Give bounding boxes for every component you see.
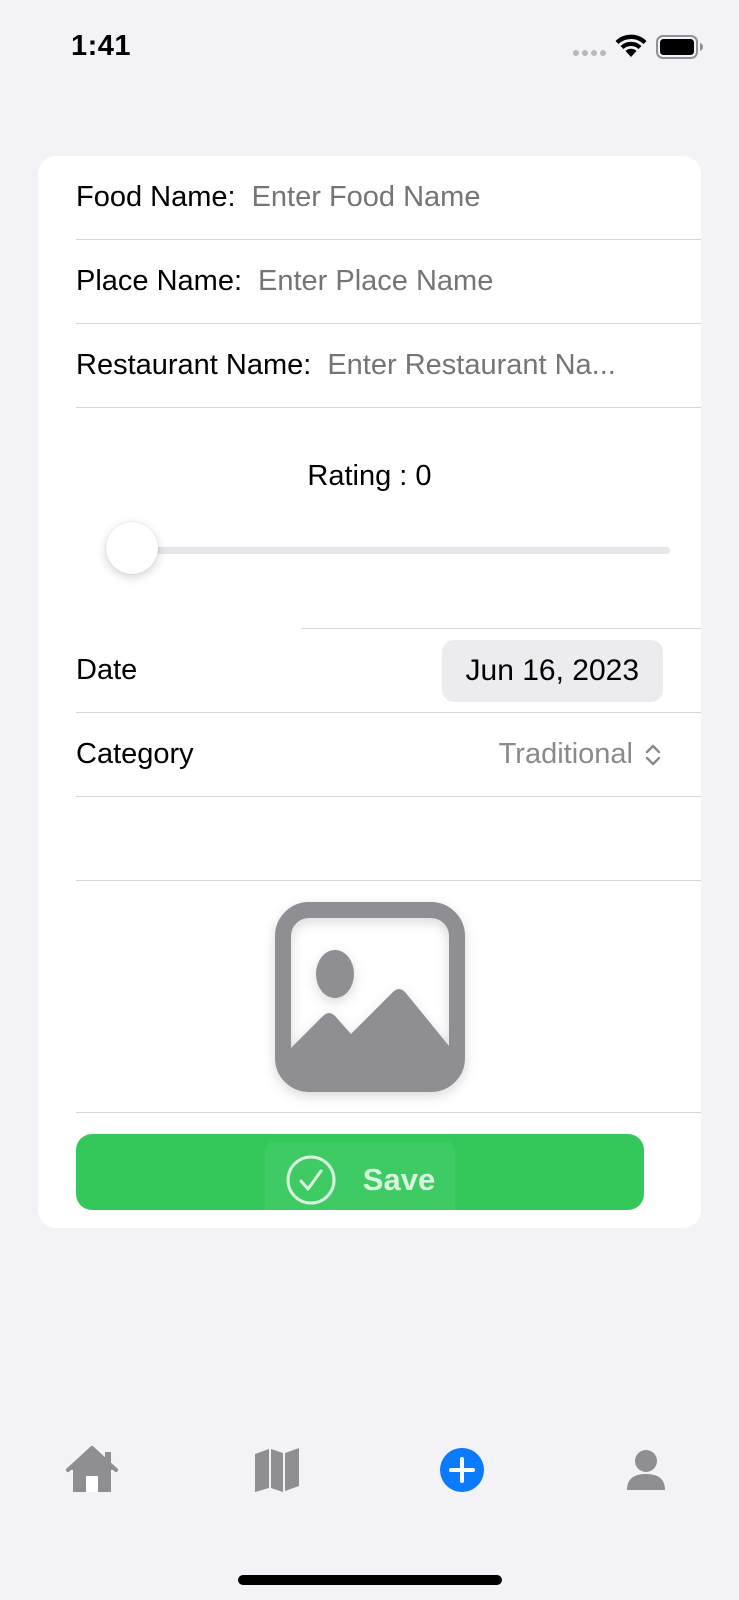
- photo-placeholder-icon[interactable]: [274, 901, 465, 1092]
- add-food-form: Food Name: Place Name: Restaurant Name: …: [38, 156, 701, 1228]
- place-name-label: Place Name:: [76, 265, 243, 297]
- cellular-signal-icon: [573, 50, 607, 58]
- rating-label: Rating : 0: [307, 460, 432, 492]
- place-name-row: Place Name:: [76, 240, 701, 324]
- checkmark-circle-icon: [286, 1155, 336, 1205]
- save-button[interactable]: Save: [76, 1134, 644, 1218]
- food-name-row: Food Name:: [76, 156, 701, 240]
- rating-slider-thumb[interactable]: [106, 522, 158, 574]
- map-icon: [255, 1448, 299, 1492]
- wifi-icon: [615, 34, 647, 57]
- add-circle-icon: [440, 1448, 484, 1492]
- chevron-up-down-icon: [645, 744, 661, 765]
- home-indicator[interactable]: [238, 1575, 502, 1585]
- tab-add[interactable]: [432, 1440, 492, 1500]
- save-button-label: Save: [362, 1162, 436, 1197]
- tab-map[interactable]: [247, 1440, 307, 1500]
- empty-row: [76, 797, 701, 881]
- restaurant-name-row: Restaurant Name:: [76, 324, 701, 408]
- status-bar: 1:41: [0, 0, 739, 96]
- home-icon: [66, 1446, 118, 1492]
- date-row: Date Jun 16, 2023: [76, 629, 701, 713]
- food-name-input[interactable]: [251, 181, 663, 214]
- save-button-content: Save: [264, 1142, 456, 1218]
- category-value: Traditional: [498, 738, 633, 770]
- category-row: Category Traditional: [76, 713, 701, 797]
- person-icon: [627, 1450, 665, 1490]
- rating-slider-track[interactable]: [132, 547, 670, 554]
- date-label: Date: [76, 654, 138, 686]
- status-time: 1:41: [71, 30, 132, 62]
- restaurant-name-label: Restaurant Name:: [76, 349, 312, 381]
- tab-home[interactable]: [62, 1440, 122, 1500]
- tab-profile[interactable]: [616, 1440, 676, 1500]
- place-name-input[interactable]: [258, 265, 663, 298]
- food-name-label: Food Name:: [76, 181, 236, 213]
- category-label: Category: [76, 738, 194, 770]
- date-picker-button[interactable]: Jun 16, 2023: [441, 639, 663, 702]
- tab-bar: [0, 1440, 739, 1520]
- restaurant-name-input[interactable]: [327, 349, 701, 382]
- battery-icon: [656, 35, 703, 59]
- photo-picker-row[interactable]: [76, 881, 701, 1113]
- category-picker[interactable]: Traditional: [499, 738, 663, 771]
